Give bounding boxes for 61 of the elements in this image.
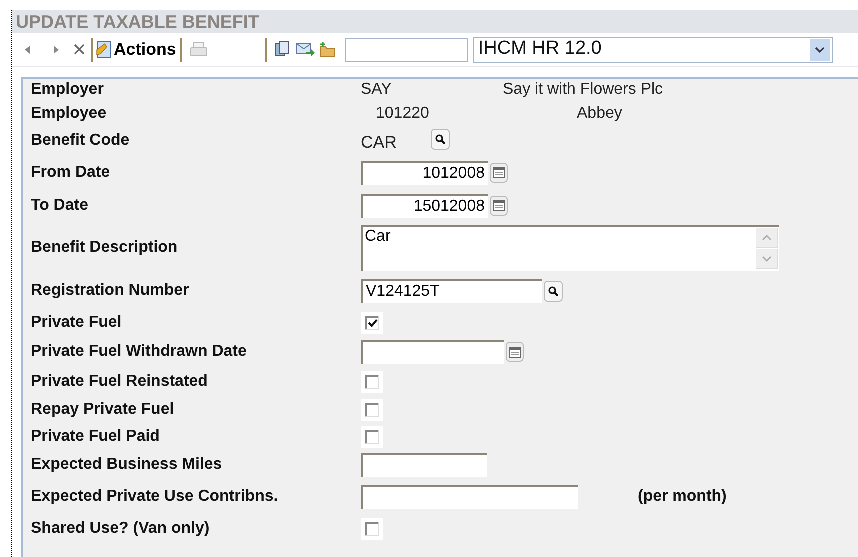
- field-label: Repay Private Fuel: [31, 400, 176, 420]
- search-icon: [435, 134, 446, 144]
- field-value: Abbey: [577, 104, 622, 124]
- field-label: Benefit Description: [31, 238, 179, 258]
- input-field[interactable]: [361, 340, 504, 364]
- search-field[interactable]: [345, 38, 468, 62]
- scroll-up-button[interactable]: [756, 228, 778, 248]
- text-area[interactable]: Car: [361, 225, 779, 271]
- field-label: Employer: [31, 80, 105, 100]
- field-value: Car: [364, 227, 391, 247]
- close-icon[interactable]: [74, 44, 85, 55]
- input-field[interactable]: 15012008: [361, 194, 488, 218]
- copy-document-icon[interactable]: [274, 41, 292, 58]
- field-label: Shared Use? (Van only): [31, 519, 211, 539]
- calendar-button[interactable]: [490, 196, 508, 216]
- input-field[interactable]: [361, 484, 578, 508]
- field-label: Private Fuel Paid: [31, 426, 161, 446]
- field-value: 101220: [376, 104, 430, 124]
- calendar-button[interactable]: [490, 162, 508, 182]
- actions-button[interactable]: Actions: [93, 40, 178, 59]
- field-label: From Date: [31, 162, 112, 182]
- search-button[interactable]: [544, 280, 563, 302]
- field-value: Say it with Flowers Plc: [503, 80, 664, 100]
- system-dropdown[interactable]: IHCM HR 12.0: [473, 36, 834, 62]
- field-label: To Date: [31, 196, 90, 216]
- search-button[interactable]: [431, 128, 450, 150]
- field-value: SAY: [361, 80, 393, 100]
- search-icon: [548, 286, 559, 296]
- envelope-arrow-icon[interactable]: [296, 42, 316, 58]
- field-label: Expected Business Miles: [31, 455, 224, 475]
- system-value: IHCM HR 12.0: [478, 37, 602, 62]
- calendar-icon: [509, 346, 521, 358]
- field-value: CAR: [361, 132, 398, 154]
- forward-arrow-icon[interactable]: [52, 44, 60, 54]
- unit-label: (per month): [638, 486, 727, 506]
- calendar-icon: [493, 167, 505, 178]
- field-label: Expected Private Use Contribns.: [31, 486, 280, 506]
- field-label: Private Fuel Withdrawn Date: [31, 342, 248, 362]
- calendar-button[interactable]: [506, 342, 524, 362]
- printer-icon[interactable]: [189, 42, 210, 58]
- checkbox[interactable]: [365, 374, 379, 388]
- field-label: Registration Number: [31, 281, 190, 301]
- field-label: Private Fuel Reinstated: [31, 372, 209, 392]
- back-arrow-icon[interactable]: [24, 44, 32, 54]
- field-label: Benefit Code: [31, 131, 131, 151]
- input-field[interactable]: [361, 453, 487, 477]
- page-title: UPDATE TAXABLE BENEFIT: [16, 12, 260, 30]
- input-field[interactable]: V124125T: [361, 279, 542, 303]
- notepad-icon: [95, 40, 113, 59]
- field-label: Employee: [31, 104, 108, 124]
- checkbox[interactable]: [365, 522, 379, 536]
- input-field[interactable]: 1012008: [361, 160, 488, 184]
- calendar-icon: [493, 200, 505, 211]
- chevron-down-icon: [810, 38, 830, 60]
- checkbox[interactable]: [365, 316, 379, 330]
- field-label: Private Fuel: [31, 312, 123, 332]
- checkbox[interactable]: [365, 430, 379, 444]
- scroll-down-button[interactable]: [756, 249, 778, 269]
- checkbox[interactable]: [365, 402, 379, 416]
- check-icon: [368, 318, 378, 328]
- new-folder-icon[interactable]: [319, 42, 338, 58]
